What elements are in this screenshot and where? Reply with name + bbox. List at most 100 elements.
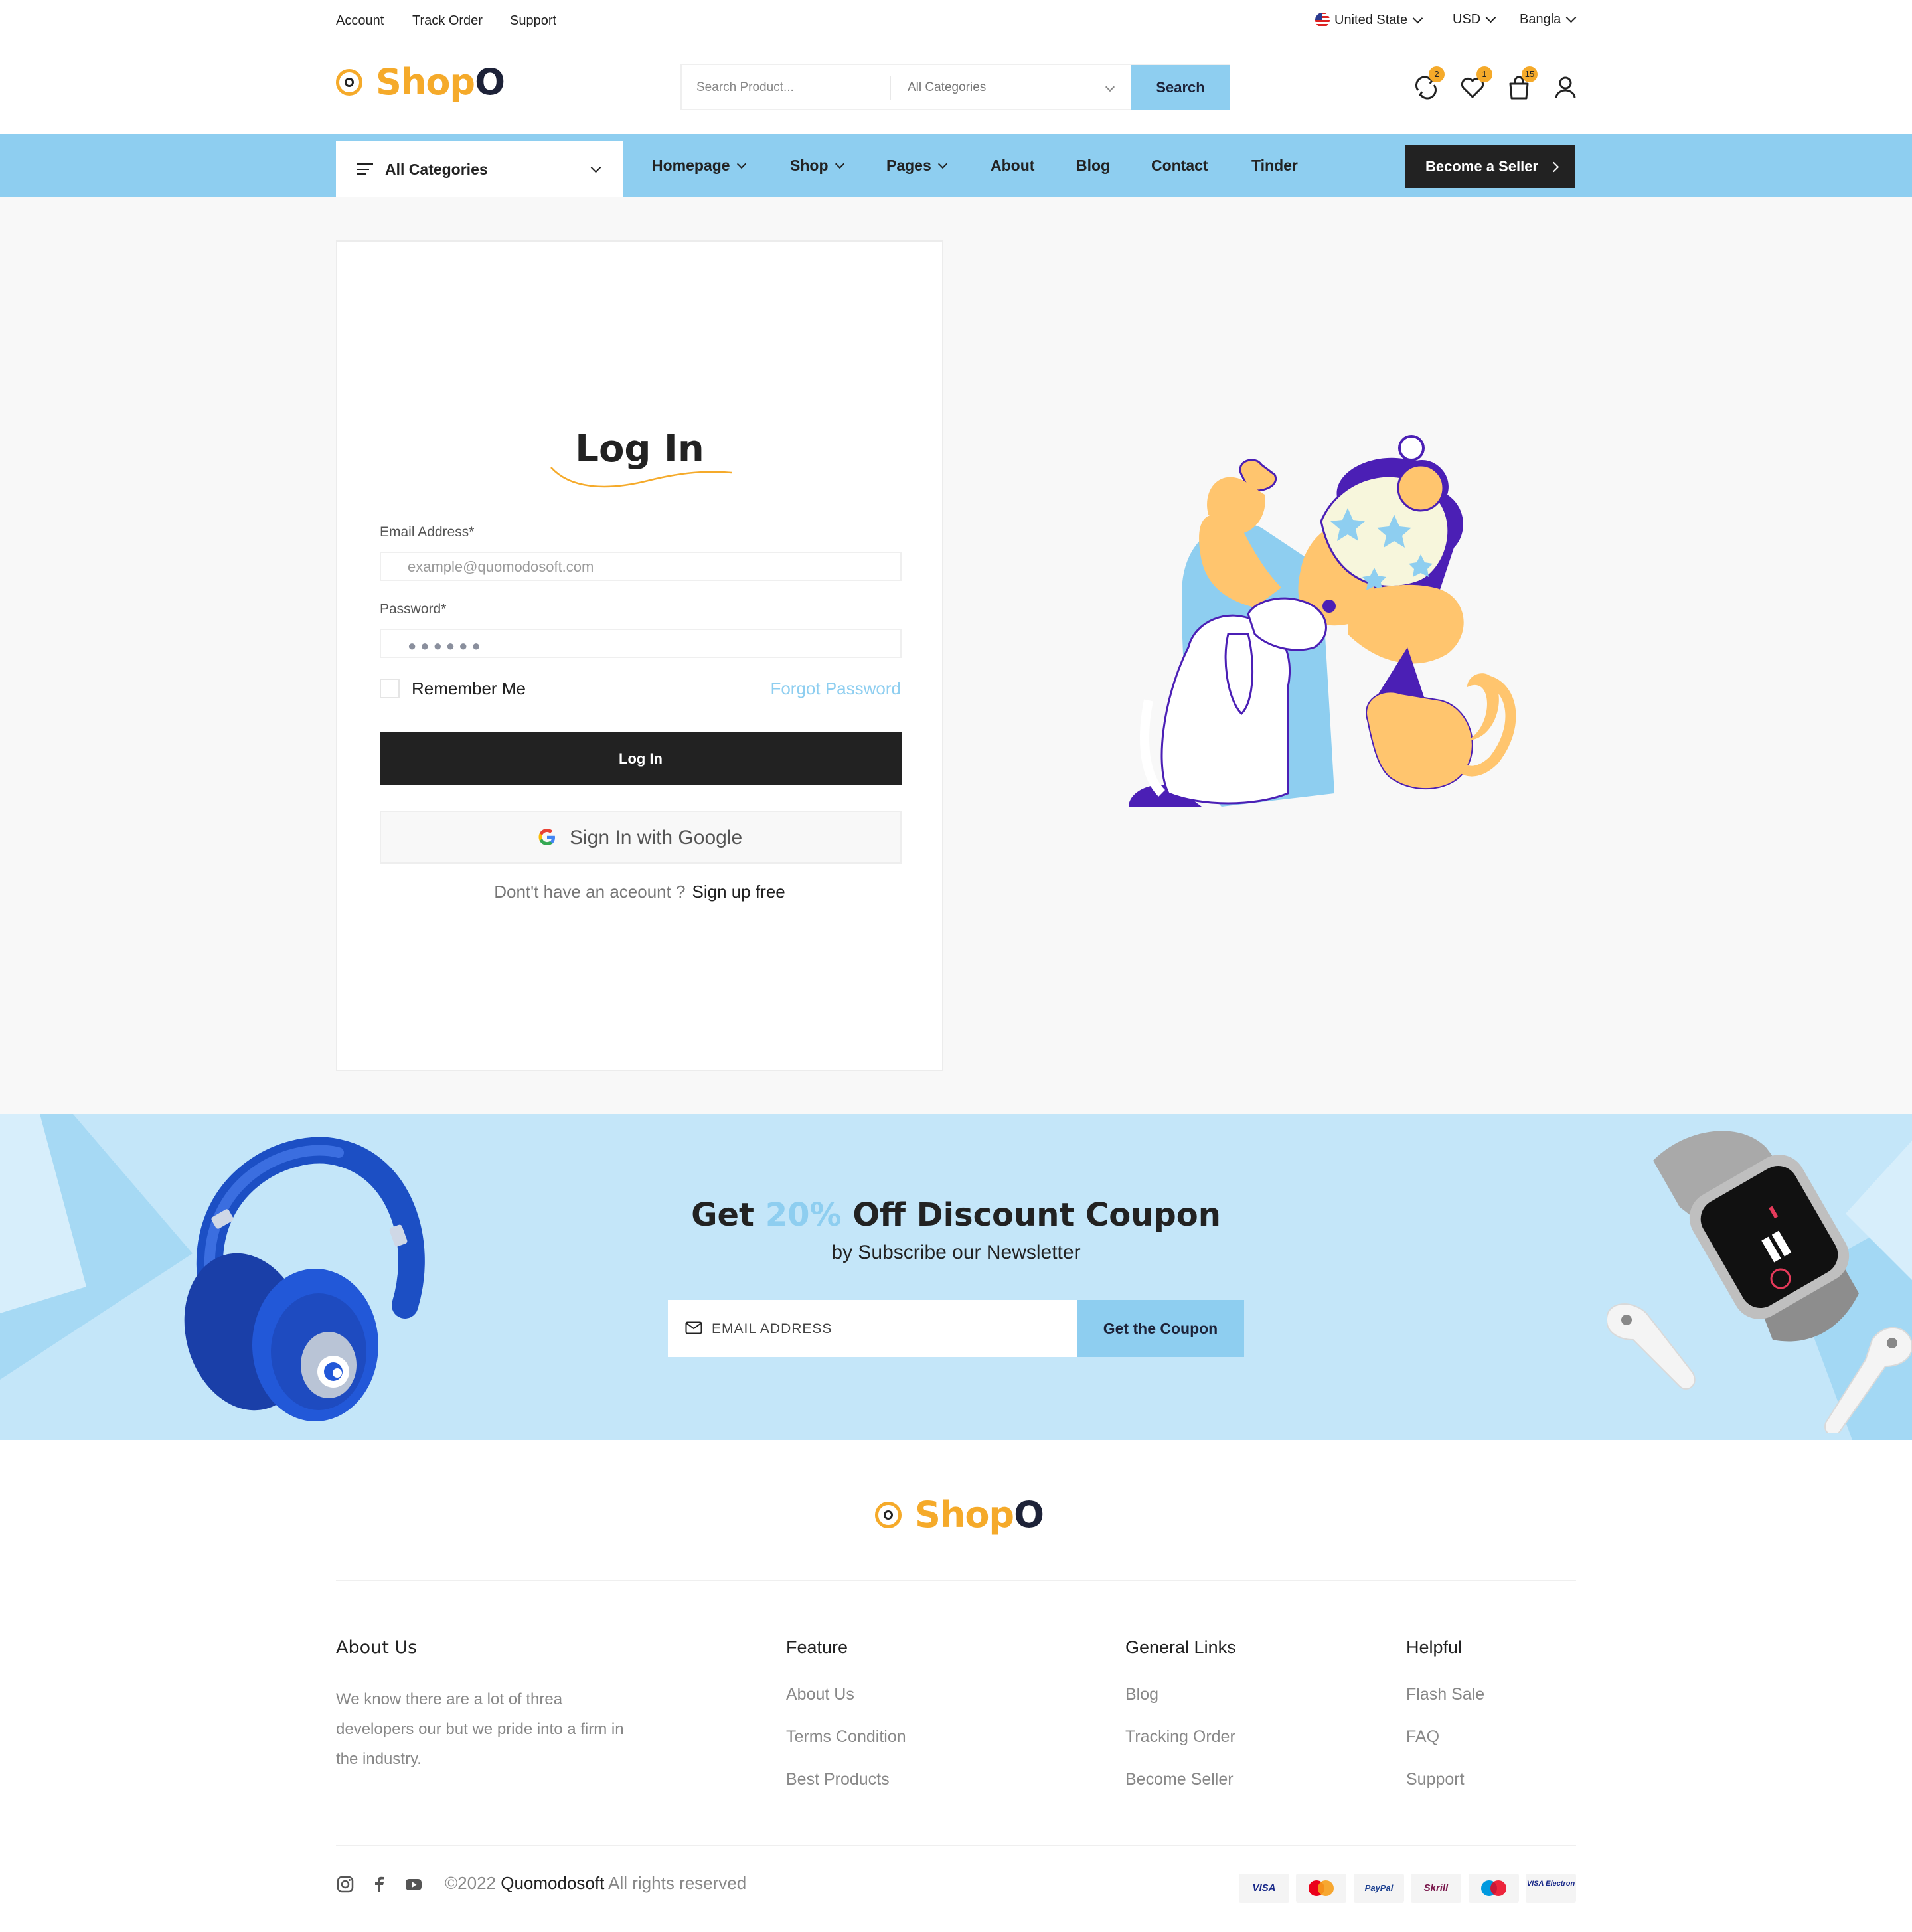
language-selector[interactable]: Bangla [1520,12,1577,27]
chevron-down-icon [937,159,947,169]
google-signin-label: Sign In with Google [570,827,743,848]
currency-selector[interactable]: USD [1453,12,1496,27]
currency-label: USD [1453,12,1481,27]
footer-about-text: We know there are a lot of threa develop… [336,1690,624,1768]
all-categories-dropdown[interactable]: All Categories [336,141,623,197]
forgot-password-link[interactable]: Forgot Password [770,679,901,699]
footer-helpful-heading: Helpful [1406,1637,1463,1657]
maestro-payment-icon [1469,1874,1519,1903]
all-categories-label: All Categories [385,161,488,178]
email-label: Email Address* [380,524,475,540]
nav-pages[interactable]: Pages [886,157,947,175]
signup-question: Dont't have an aceount ? [494,882,686,902]
login-illustration [1129,435,1516,807]
support-link[interactable]: Support [510,13,556,29]
footer-link-support[interactable]: Support [1406,1770,1465,1789]
footer-link-become-seller[interactable]: Become Seller [1125,1770,1234,1789]
become-seller-button[interactable]: Become a Seller [1405,145,1575,188]
chevron-down-icon [1105,82,1115,92]
nav-homepage[interactable]: Homepage [652,157,746,175]
logo-text: ShopO [376,61,505,103]
nav-blog[interactable]: Blog [1076,157,1110,175]
signup-prompt: Dont't have an aceount ? Sign up free [337,882,942,902]
email-field[interactable] [406,553,874,581]
chevron-down-icon [590,162,601,173]
chevron-down-icon [736,159,746,169]
newsletter-banner [0,1114,1912,1440]
logo-text: ShopO [915,1494,1044,1536]
nav-contact[interactable]: Contact [1151,157,1208,175]
password-label: Password* [380,602,447,617]
top-bar: Account Track Order Support United State… [0,0,1912,44]
footer-general-heading: General Links [1125,1637,1236,1657]
search-button[interactable]: Search [1131,65,1230,110]
visa-payment-icon: VISA [1239,1874,1289,1903]
country-label: United State [1334,12,1408,27]
footer-link-tracking[interactable]: Tracking Order [1125,1728,1235,1747]
footer-link-terms[interactable]: Terms Condition [786,1728,906,1747]
main-navigation [0,134,1912,197]
password-value: ●●●●●● [408,637,485,654]
chevron-down-icon [1485,12,1496,23]
login-button[interactable]: Log In [380,732,902,785]
discount-percent: 20% [765,1196,842,1234]
footer-link-faq[interactable]: FAQ [1406,1728,1439,1747]
newsletter-email-input[interactable] [710,1300,1072,1358]
menu-icon [357,163,373,175]
remember-me-checkbox[interactable] [380,679,400,698]
paypal-payment-icon: PayPal [1354,1874,1404,1903]
logo-mark-icon [336,69,362,96]
facebook-icon[interactable] [370,1875,388,1893]
footer-divider [336,1580,1576,1581]
language-label: Bangla [1520,12,1561,27]
nav-tinder[interactable]: Tinder [1251,157,1298,175]
headphones-image [184,1137,425,1421]
remember-me-label: Remember Me [412,679,526,698]
instagram-icon[interactable] [336,1875,355,1893]
copyright-text: ©2022 Quomodosoft All rights reserved [445,1873,747,1893]
search-category-select[interactable]: All Categories [908,80,986,95]
footer-link-blog[interactable]: Blog [1125,1685,1158,1704]
country-selector[interactable]: United State [1314,12,1423,28]
logo-mark-icon [875,1502,902,1528]
newsletter-title: Get 20% Off Discount Coupon [691,1196,1221,1234]
mastercard-payment-icon [1296,1874,1346,1903]
user-icon[interactable] [1551,73,1580,102]
account-link[interactable]: Account [336,13,384,29]
compare-count-badge: 2 [1429,66,1445,82]
chevron-down-icon [1566,12,1577,23]
skrill-payment-icon: Skrill [1411,1874,1461,1903]
visa-electron-payment-icon: VISA Electron [1526,1874,1576,1903]
mail-icon [685,1321,702,1334]
chevron-down-icon [1412,13,1423,23]
google-icon [538,829,555,845]
wishlist-count-badge: 1 [1476,66,1492,82]
nav-shop[interactable]: Shop [790,157,844,175]
login-card: Log In Email Address* Password* ●●●●●● R… [336,240,943,1071]
smartwatch-airpods-image [1607,1131,1912,1433]
footer-link-flash-sale[interactable]: Flash Sale [1406,1685,1484,1704]
chevron-right-icon [1548,161,1559,173]
footer-bottom-divider [336,1845,1576,1846]
get-coupon-button[interactable]: Get the Coupon [1077,1300,1244,1357]
nav-about[interactable]: About [991,157,1034,175]
search-input[interactable] [695,65,897,110]
footer-link-best-products[interactable]: Best Products [786,1770,890,1789]
mastercard-logo-icon [1309,1880,1334,1896]
newsletter-email-box [668,1300,1077,1358]
track-order-link[interactable]: Track Order [412,13,483,29]
footer-about-heading: About Us [336,1637,418,1658]
google-signin-button[interactable]: Sign In with Google [380,811,902,864]
password-field[interactable]: ●●●●●● [380,629,902,658]
youtube-icon[interactable] [404,1875,423,1893]
company-link[interactable]: Quomodosoft [501,1873,604,1893]
email-field-box [380,552,902,581]
signup-link[interactable]: Sign up free [692,882,785,902]
newsletter-subtitle: by Subscribe our Newsletter [831,1242,1081,1263]
footer-feature-heading: Feature [786,1637,848,1657]
footer-link-about-us[interactable]: About Us [786,1685,854,1704]
login-section [0,197,1912,1114]
cart-count-badge: 15 [1522,66,1538,82]
title-underline-swoosh [550,467,732,488]
chevron-down-icon [835,159,844,169]
